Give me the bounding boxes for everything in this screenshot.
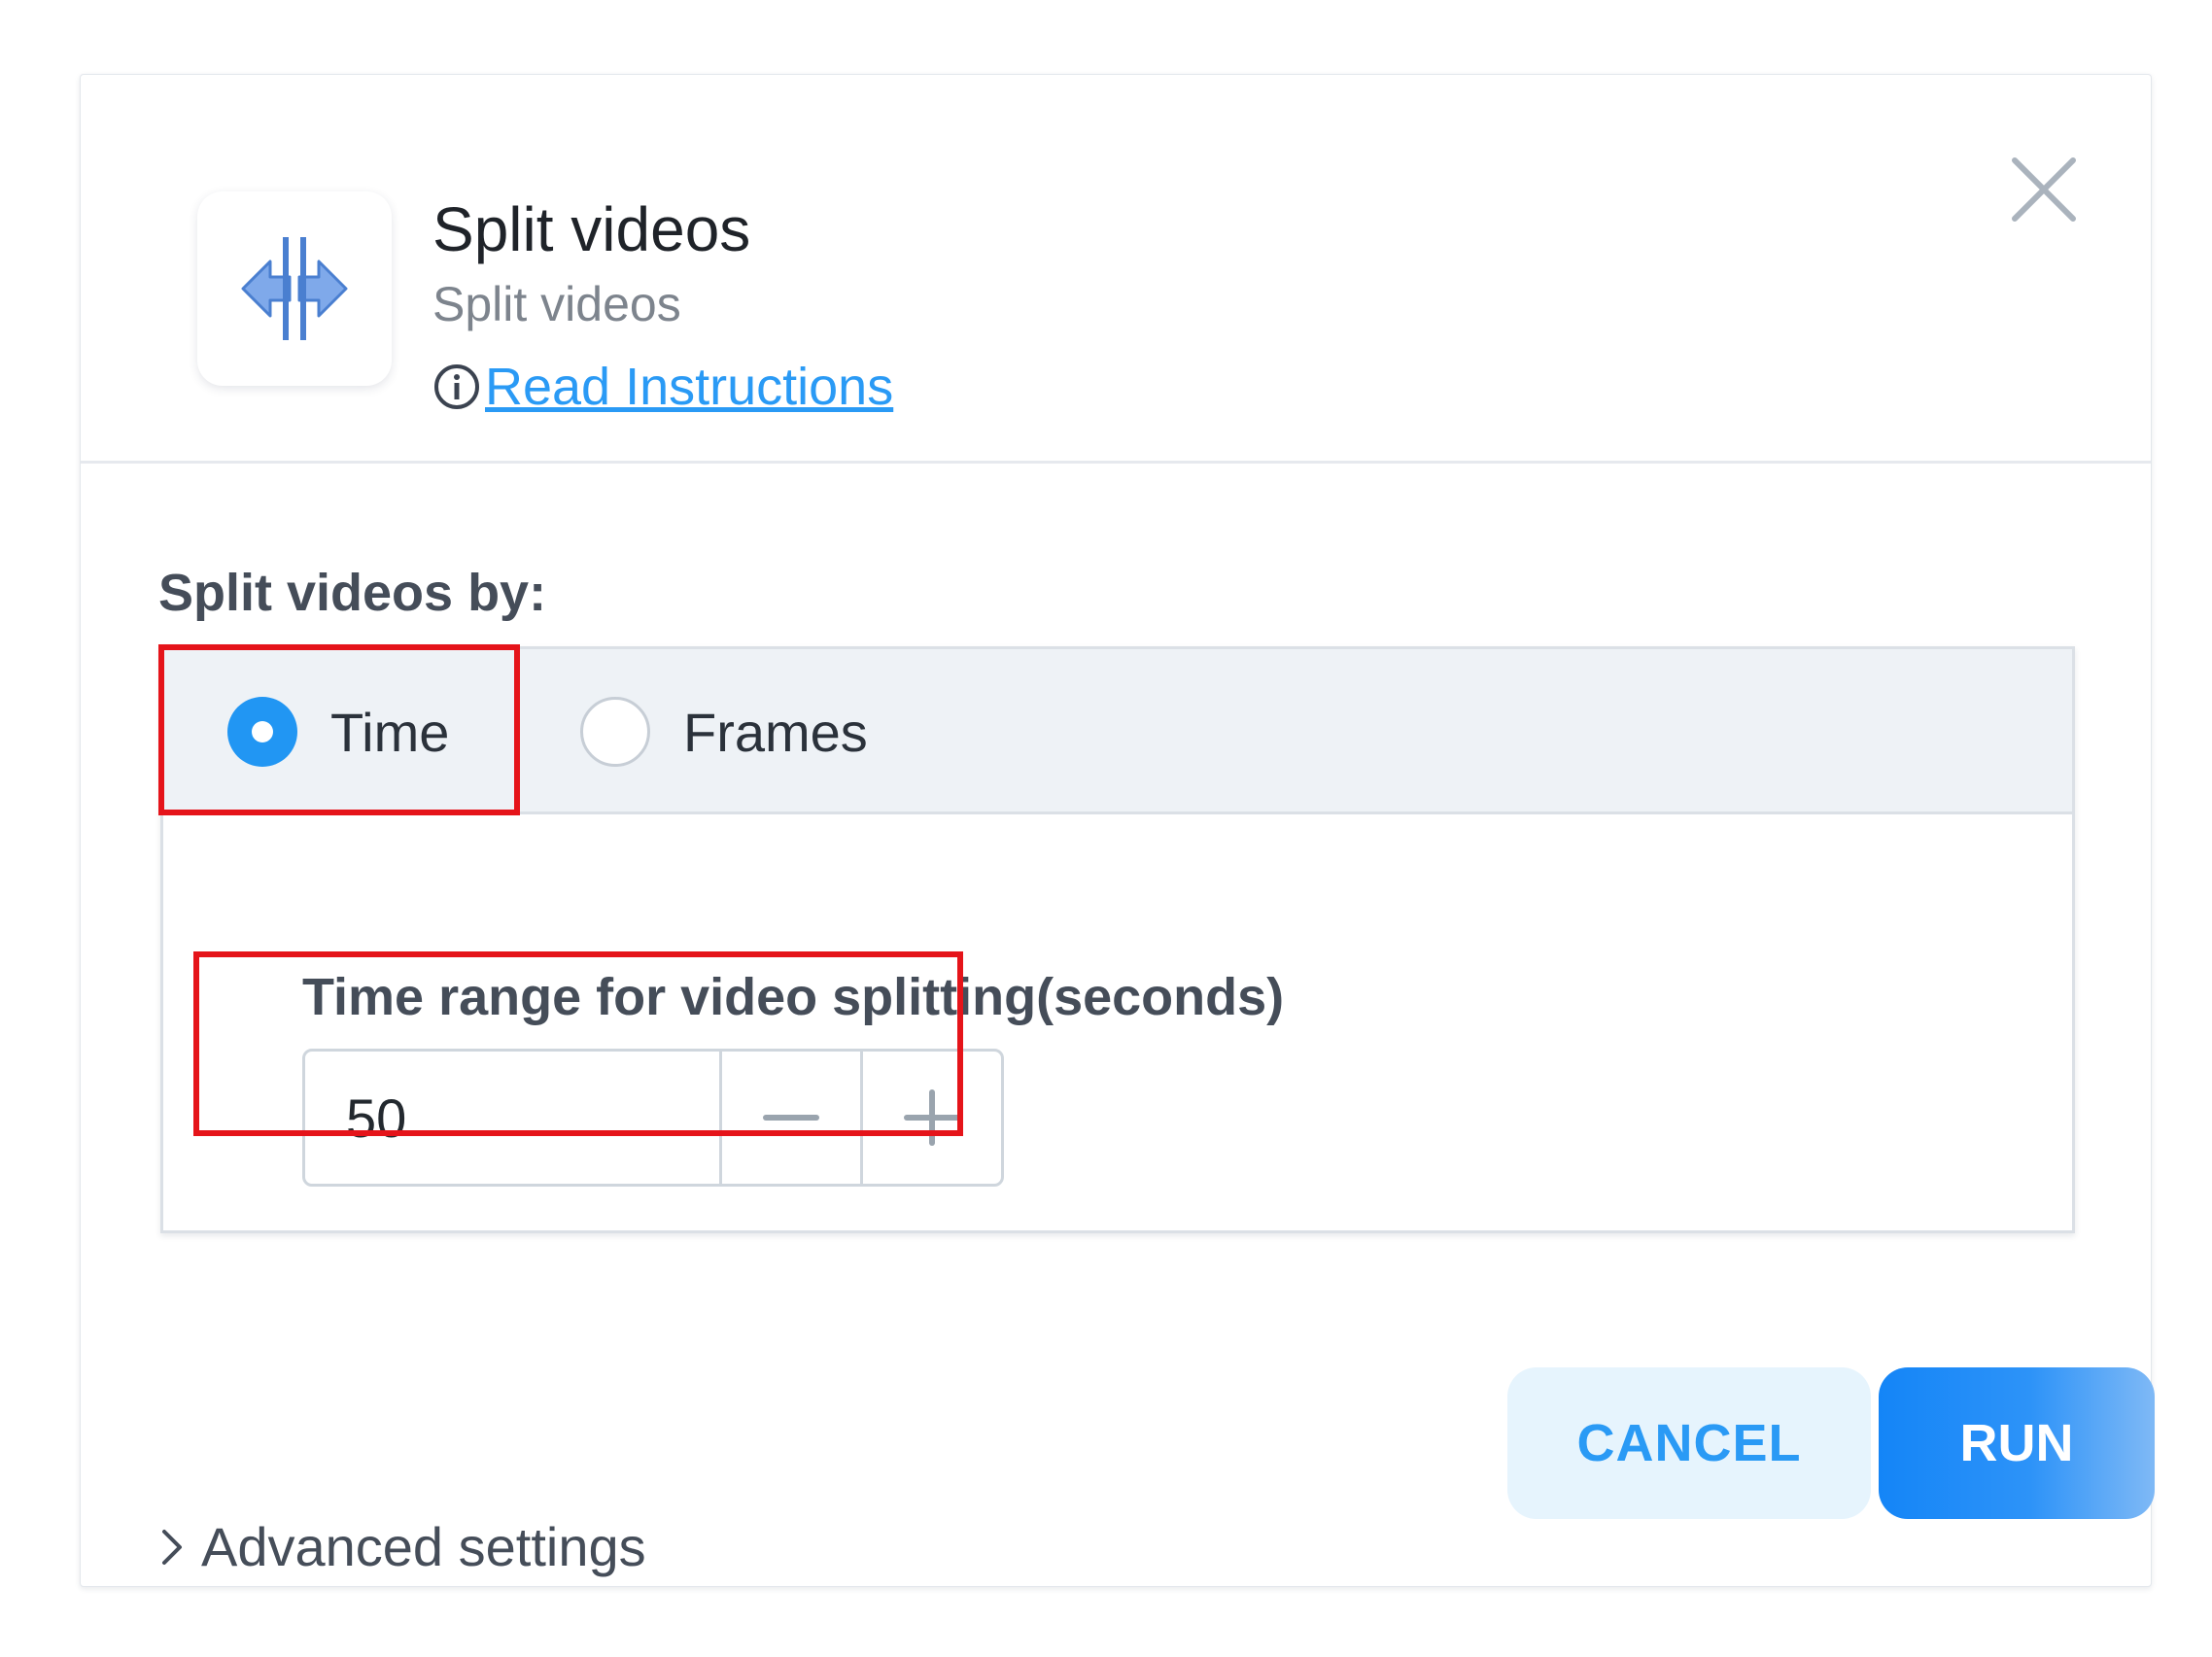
read-instructions-link[interactable]: Read Instructions xyxy=(432,357,893,417)
radio-time-checked[interactable] xyxy=(227,697,297,767)
read-instructions-label: Read Instructions xyxy=(485,358,894,416)
increment-button[interactable] xyxy=(859,1052,1001,1184)
radio-time-label: Time xyxy=(330,701,450,763)
close-icon xyxy=(2012,157,2076,222)
split-videos-dialog: Split videos Split videos Read Instructi… xyxy=(80,74,2155,1587)
dialog-subtitle: Split videos xyxy=(432,277,681,331)
radio-option-time[interactable]: Time xyxy=(227,649,449,814)
info-icon xyxy=(434,364,479,409)
dialog-title: Split videos xyxy=(432,194,751,264)
advanced-settings-toggle[interactable]: Advanced settings xyxy=(158,1515,646,1578)
time-range-input[interactable]: 50 xyxy=(305,1052,719,1184)
time-range-label: Time range for video splitting(seconds) xyxy=(302,968,1285,1026)
minus-icon xyxy=(762,1115,819,1121)
chevron-right-icon xyxy=(162,1529,182,1565)
advanced-settings-label: Advanced settings xyxy=(201,1516,646,1577)
run-button[interactable]: RUN xyxy=(1879,1367,2155,1519)
radio-frames-unchecked[interactable] xyxy=(580,697,650,767)
cancel-button[interactable]: CANCEL xyxy=(1507,1367,1871,1519)
decrement-button[interactable] xyxy=(718,1052,860,1184)
time-range-stepper: 50 xyxy=(302,1049,1004,1187)
plus-icon xyxy=(903,1089,960,1146)
split-by-label: Split videos by: xyxy=(158,564,547,622)
split-mode-selector: Time Frames xyxy=(163,649,2072,814)
close-button[interactable] xyxy=(2005,151,2083,228)
radio-option-frames[interactable]: Frames xyxy=(580,649,868,814)
split-arrows-icon xyxy=(197,191,392,386)
radio-frames-label: Frames xyxy=(683,701,868,763)
dialog-header: Split videos Split videos Read Instructi… xyxy=(81,75,2151,464)
